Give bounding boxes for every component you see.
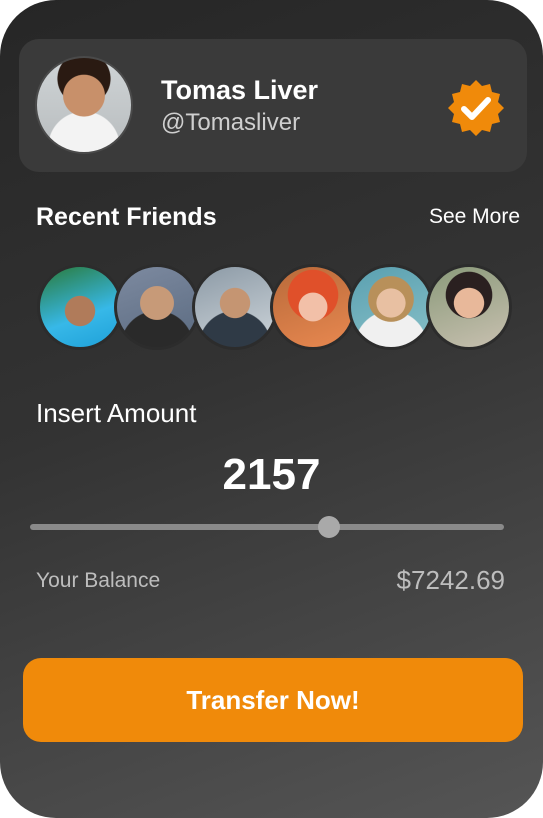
amount-value[interactable]: 2157	[0, 450, 543, 500]
insert-amount-label: Insert Amount	[36, 398, 197, 428]
friend-avatar[interactable]	[114, 264, 200, 350]
balance-label: Your Balance	[36, 569, 161, 592]
profile-name: Tomas Liver	[161, 75, 319, 105]
verified-badge-icon	[448, 80, 504, 136]
slider-track[interactable]	[30, 524, 504, 530]
transfer-card: Tomas Liver @Tomasliver Recent Friends S…	[0, 0, 543, 818]
friend-avatar[interactable]	[37, 264, 123, 350]
friend-avatar[interactable]	[426, 264, 512, 350]
friend-avatar[interactable]	[270, 264, 356, 350]
transfer-now-button[interactable]: Transfer Now!	[23, 658, 523, 742]
profile-avatar[interactable]	[35, 56, 133, 154]
friends-avatar-row	[37, 264, 512, 350]
see-more-link[interactable]: See More	[429, 205, 520, 229]
slider-thumb[interactable]	[317, 516, 340, 538]
recent-friends-title: Recent Friends	[36, 203, 217, 231]
friend-avatar[interactable]	[192, 264, 278, 350]
amount-slider[interactable]	[30, 516, 504, 538]
profile-handle: @Tomasliver	[161, 109, 301, 136]
profile-panel: Tomas Liver @Tomasliver	[19, 39, 527, 172]
friend-avatar[interactable]	[348, 264, 434, 350]
balance-value: $7242.69	[396, 565, 505, 595]
